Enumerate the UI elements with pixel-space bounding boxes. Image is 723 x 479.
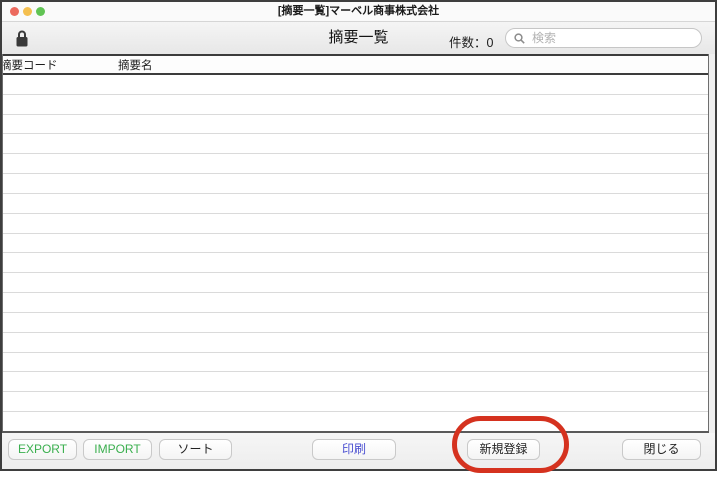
traffic-lights xyxy=(10,7,45,16)
title-bar: [摘要一覧]マーベル商事株式会社 xyxy=(2,2,715,22)
record-count-label: 件数： xyxy=(449,36,487,50)
column-header-summary-code[interactable]: 摘要コード xyxy=(2,57,58,73)
search-input[interactable] xyxy=(530,30,693,46)
sort-button[interactable]: ソート xyxy=(159,439,232,460)
table-row xyxy=(3,333,708,353)
export-button[interactable]: EXPORT xyxy=(8,439,77,460)
footer-bar: EXPORT IMPORT ソート 印刷 新規登録 閉じる xyxy=(2,433,715,469)
table-row xyxy=(3,293,708,313)
close-button[interactable]: 閉じる xyxy=(622,439,701,460)
search-field[interactable] xyxy=(505,28,702,48)
table-header-row: 摘要コード 摘要名 xyxy=(3,54,708,75)
close-window-button[interactable] xyxy=(10,7,19,16)
table-row xyxy=(3,392,708,412)
column-header-summary-name[interactable]: 摘要名 xyxy=(118,57,153,73)
record-count: 件数：0 xyxy=(449,32,493,51)
table-row xyxy=(3,313,708,333)
table-row xyxy=(3,234,708,254)
zoom-window-button[interactable] xyxy=(36,7,45,16)
table-row xyxy=(3,134,708,154)
table-row xyxy=(3,372,708,392)
table-row xyxy=(3,194,708,214)
table-row xyxy=(3,214,708,234)
table-row xyxy=(3,115,708,135)
minimize-window-button[interactable] xyxy=(23,7,32,16)
window-title: [摘要一覧]マーベル商事株式会社 xyxy=(2,2,715,21)
table-row xyxy=(3,273,708,293)
record-count-value: 0 xyxy=(487,36,494,50)
table-row xyxy=(3,353,708,373)
print-button[interactable]: 印刷 xyxy=(312,439,396,460)
search-icon xyxy=(514,33,525,44)
import-button[interactable]: IMPORT xyxy=(83,439,152,460)
app-window: [摘要一覧]マーベル商事株式会社 摘要一覧 件数：0 摘要コード 摘要名 EXP… xyxy=(0,0,717,471)
table-row xyxy=(3,174,708,194)
table-row xyxy=(3,154,708,174)
summary-list-table: 摘要コード 摘要名 xyxy=(2,54,709,431)
table-row xyxy=(3,95,708,115)
table-row xyxy=(3,253,708,273)
table-row xyxy=(3,412,708,431)
table-row xyxy=(3,75,708,95)
table-body xyxy=(3,75,708,431)
new-registration-button[interactable]: 新規登録 xyxy=(467,439,540,460)
toolbar: 摘要一覧 件数：0 xyxy=(2,22,715,54)
